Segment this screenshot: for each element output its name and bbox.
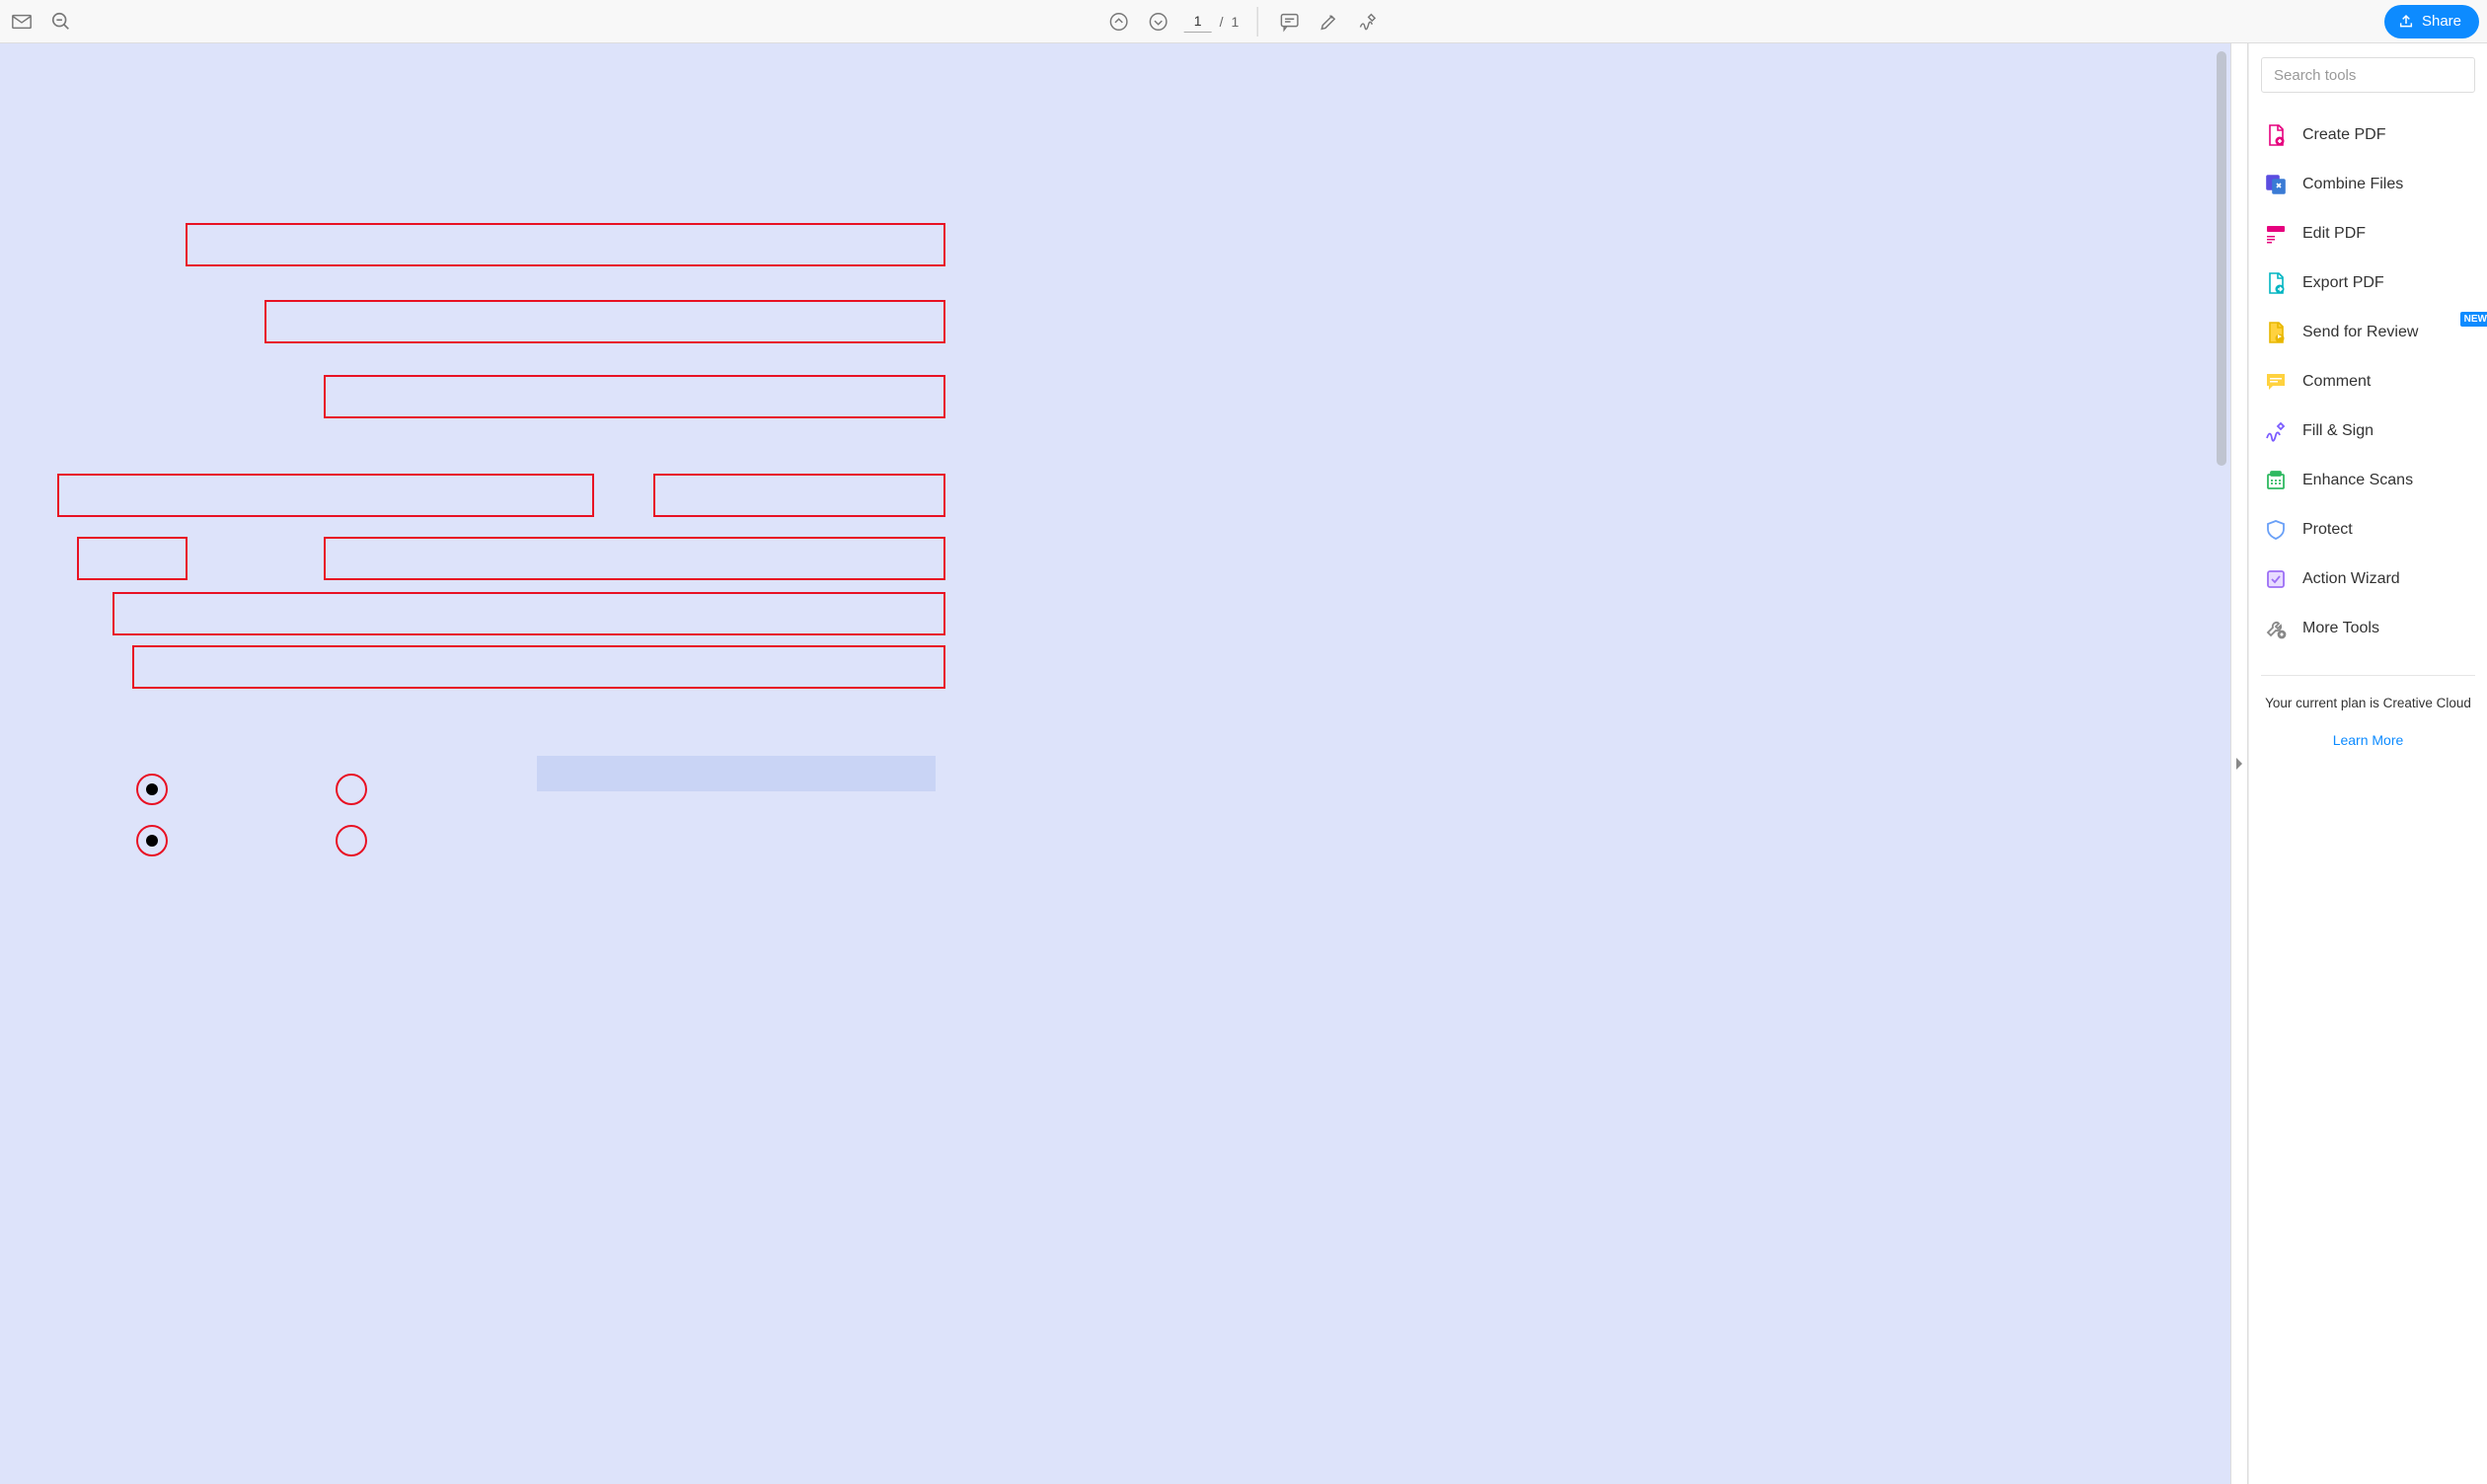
send-for-review-icon bbox=[2263, 320, 2289, 345]
tool-label: Combine Files bbox=[2302, 176, 2403, 193]
tool-export-pdf[interactable]: Export PDF bbox=[2249, 259, 2487, 308]
form-text-field[interactable] bbox=[653, 474, 945, 517]
tool-label: Create PDF bbox=[2302, 126, 2385, 144]
toolbar-left-group bbox=[8, 8, 75, 36]
tool-label: More Tools bbox=[2302, 620, 2379, 637]
tool-edit-pdf[interactable]: Edit PDF bbox=[2249, 209, 2487, 259]
tool-protect[interactable]: Protect bbox=[2249, 505, 2487, 555]
form-text-field[interactable] bbox=[264, 300, 945, 343]
panel-collapse-handle[interactable] bbox=[2230, 43, 2248, 1484]
combine-files-icon bbox=[2263, 172, 2289, 197]
form-text-field[interactable] bbox=[186, 223, 945, 266]
learn-more-link[interactable]: Learn More bbox=[2261, 732, 2475, 748]
form-text-field[interactable] bbox=[57, 474, 594, 517]
edit-pdf-icon bbox=[2263, 221, 2289, 247]
tool-comment[interactable]: Comment bbox=[2249, 357, 2487, 407]
tool-list: Create PDF Combine Files Edit PDF Export… bbox=[2249, 103, 2487, 661]
form-radio-field[interactable] bbox=[336, 774, 367, 805]
tool-more-tools[interactable]: More Tools bbox=[2249, 604, 2487, 653]
plan-text: Your current plan is Creative Cloud bbox=[2261, 696, 2475, 710]
fill-sign-icon bbox=[2263, 418, 2289, 444]
radio-selected-dot bbox=[146, 783, 158, 795]
scrollbar-thumb[interactable] bbox=[2217, 51, 2226, 466]
form-text-field[interactable] bbox=[324, 537, 945, 580]
tool-create-pdf[interactable]: Create PDF bbox=[2249, 111, 2487, 160]
new-badge: NEW bbox=[2460, 312, 2487, 327]
form-radio-field[interactable] bbox=[136, 825, 168, 856]
email-icon[interactable] bbox=[8, 8, 36, 36]
page-navigation: / 1 bbox=[1184, 11, 1240, 33]
selection-highlight bbox=[537, 756, 936, 791]
protect-icon bbox=[2263, 517, 2289, 543]
page-down-icon[interactable] bbox=[1145, 8, 1172, 36]
tool-label: Comment bbox=[2302, 373, 2371, 391]
page-up-icon[interactable] bbox=[1105, 8, 1133, 36]
page-number-input[interactable] bbox=[1184, 11, 1212, 33]
tool-label: Action Wizard bbox=[2302, 570, 2400, 588]
zoom-out-icon[interactable] bbox=[47, 8, 75, 36]
toolbar-right-group: Share bbox=[2384, 5, 2479, 38]
tools-panel: Search tools Create PDF Combine Files Ed bbox=[2248, 43, 2487, 1484]
tool-send-for-review[interactable]: Send for Review NEW bbox=[2249, 308, 2487, 357]
form-radio-field[interactable] bbox=[336, 825, 367, 856]
highlight-icon[interactable] bbox=[1315, 8, 1342, 36]
plan-section: Your current plan is Creative Cloud Lear… bbox=[2261, 675, 2475, 764]
form-text-field[interactable] bbox=[132, 645, 945, 689]
comment-tool-icon bbox=[2263, 369, 2289, 395]
tool-combine-files[interactable]: Combine Files bbox=[2249, 160, 2487, 209]
share-button-label: Share bbox=[2422, 13, 2461, 30]
tool-enhance-scans[interactable]: Enhance Scans bbox=[2249, 456, 2487, 505]
tool-label: Send for Review bbox=[2302, 324, 2418, 341]
toolbar: / 1 Share bbox=[0, 0, 2487, 43]
create-pdf-icon bbox=[2263, 122, 2289, 148]
page-separator: / bbox=[1220, 14, 1224, 30]
main-area: Search tools Create PDF Combine Files Ed bbox=[0, 43, 2487, 1484]
document-viewport[interactable] bbox=[0, 43, 2230, 1484]
tool-fill-sign[interactable]: Fill & Sign bbox=[2249, 407, 2487, 456]
tool-action-wizard[interactable]: Action Wizard bbox=[2249, 555, 2487, 604]
search-tools-input[interactable]: Search tools bbox=[2261, 57, 2475, 93]
toolbar-divider bbox=[1256, 7, 1257, 37]
tool-label: Fill & Sign bbox=[2302, 422, 2374, 440]
form-text-field[interactable] bbox=[324, 375, 945, 418]
export-pdf-icon bbox=[2263, 270, 2289, 296]
form-text-field[interactable] bbox=[113, 592, 945, 635]
more-tools-icon bbox=[2263, 616, 2289, 641]
comment-icon[interactable] bbox=[1275, 8, 1303, 36]
radio-selected-dot bbox=[146, 835, 158, 847]
toolbar-center-group: / 1 bbox=[1105, 7, 1383, 37]
tool-label: Enhance Scans bbox=[2302, 472, 2413, 489]
share-button[interactable]: Share bbox=[2384, 5, 2479, 38]
tool-label: Protect bbox=[2302, 521, 2353, 539]
enhance-scans-icon bbox=[2263, 468, 2289, 493]
action-wizard-icon bbox=[2263, 566, 2289, 592]
form-text-field[interactable] bbox=[77, 537, 188, 580]
tool-label: Edit PDF bbox=[2302, 225, 2366, 243]
sign-icon[interactable] bbox=[1354, 8, 1382, 36]
tool-label: Export PDF bbox=[2302, 274, 2384, 292]
page-total: 1 bbox=[1232, 14, 1240, 30]
form-radio-field[interactable] bbox=[136, 774, 168, 805]
search-placeholder: Search tools bbox=[2274, 67, 2356, 84]
